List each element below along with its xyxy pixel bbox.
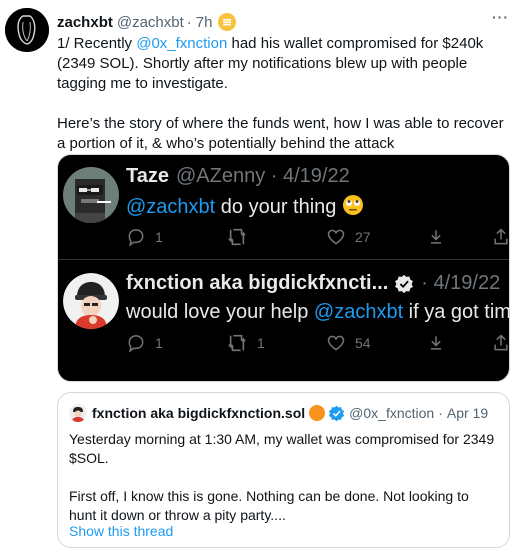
download-icon xyxy=(431,230,441,244)
reply-count: 1 xyxy=(155,229,163,245)
rolling-eyes-emoji-icon xyxy=(342,194,364,222)
tweet: zachxbt @zachxbt · 7h ··· 1/ Recently @0… xyxy=(0,0,522,556)
heart-icon xyxy=(327,335,345,351)
like-count: 27 xyxy=(355,229,371,245)
fxnction-meta: · 4/19/22 xyxy=(421,272,501,294)
author-name[interactable]: zachxbt xyxy=(57,14,113,31)
author-avatar[interactable] xyxy=(5,8,49,52)
author-handle[interactable]: @zachxbt xyxy=(117,14,184,31)
body-text-segment: 1/ Recently xyxy=(57,35,137,52)
quoted-tweet[interactable]: fxnction aka bigdickfxnction.sol @0x_fxn… xyxy=(57,392,510,548)
fxnction-text: would love your help @zachxbt if ya got … xyxy=(126,301,510,324)
fxnction-name: fxnction aka bigdickfxncti... xyxy=(126,272,389,294)
tweet-body: 1/ Recently @0x_fxnction had his wallet … xyxy=(57,34,507,154)
taze-header: Taze @AZenny · 4/19/22 xyxy=(126,165,350,188)
taze-text: @zachxbt do your thing xyxy=(126,194,364,222)
embedded-divider xyxy=(58,259,509,260)
reply-icon xyxy=(128,335,144,353)
heart-icon xyxy=(327,229,345,245)
retweet-action: 1 xyxy=(226,333,265,353)
like-count: 54 xyxy=(355,335,371,351)
quote-paragraph-1: Yesterday morning at 1:30 AM, my wallet … xyxy=(69,431,495,466)
embedded-screenshot[interactable]: Taze @AZenny · 4/19/22 @zachxbt do your … xyxy=(57,154,510,382)
share-action xyxy=(491,333,509,353)
separator-dot: · xyxy=(186,13,192,31)
fxnction-mention: @zachxbt xyxy=(313,301,404,323)
quote-body: Yesterday morning at 1:30 AM, my wallet … xyxy=(69,430,499,525)
fxnction-header: fxnction aka bigdickfxncti... · 4/19/22 xyxy=(126,272,500,295)
share-icon xyxy=(494,334,508,351)
retweet-action xyxy=(226,227,248,247)
fxnction-actions: 1 1 54 xyxy=(126,333,509,355)
taze-name: Taze xyxy=(126,165,169,187)
quote-date[interactable]: Apr 19 xyxy=(447,405,488,421)
show-thread-link[interactable]: Show this thread xyxy=(69,523,173,539)
quote-header: fxnction aka bigdickfxnction.sol @0x_fxn… xyxy=(69,404,488,422)
reply-action: 1 xyxy=(126,227,163,247)
tweet-paragraph-2: Here’s the story of where the funds went… xyxy=(57,115,504,152)
taze-text-body: do your thing xyxy=(215,196,342,218)
verified-badge-icon xyxy=(328,405,345,422)
taze-mention: @zachxbt xyxy=(126,196,216,218)
bookmark-action xyxy=(426,227,446,247)
quote-author-handle[interactable]: @0x_fxnction xyxy=(349,405,434,421)
retweet-icon xyxy=(228,334,246,352)
quote-author-name[interactable]: fxnction aka bigdickfxnction.sol xyxy=(92,405,305,421)
tweet-paragraph-1: 1/ Recently @0x_fxnction had his wallet … xyxy=(57,34,507,94)
quote-avatar[interactable] xyxy=(69,404,87,422)
fxnction-text-suffix: if ya got time. xyxy=(408,301,510,323)
download-icon xyxy=(431,336,441,350)
bookmark-action xyxy=(426,333,446,353)
separator-dot: · xyxy=(438,405,443,421)
reply-icon xyxy=(128,229,144,247)
reply-action: 1 xyxy=(126,333,163,353)
more-options-icon[interactable]: ··· xyxy=(492,9,509,25)
like-action: 27 xyxy=(326,227,371,247)
fxnction-text-prefix: would love your help xyxy=(126,301,314,323)
retweet-count: 1 xyxy=(257,335,265,351)
mention-link[interactable]: @0x_fxnction xyxy=(136,35,227,52)
tweet-header: zachxbt @zachxbt · 7h xyxy=(57,12,237,32)
reply-count: 1 xyxy=(155,335,163,351)
bitcoin-badge-icon xyxy=(309,405,326,421)
share-action xyxy=(491,227,509,247)
fxnction-avatar xyxy=(63,273,119,329)
taze-meta: @AZenny · 4/19/22 xyxy=(175,165,350,187)
like-action: 54 xyxy=(326,333,371,353)
share-icon xyxy=(494,228,508,245)
quote-paragraph-2: First off, I know this is gone. Nothing … xyxy=(69,488,469,523)
taze-avatar xyxy=(63,167,119,223)
tweet-timestamp[interactable]: 7h xyxy=(196,14,213,31)
verified-badge-icon xyxy=(394,274,414,294)
taze-actions: 1 27 xyxy=(126,227,509,249)
retweet-icon xyxy=(228,228,246,246)
coin-emoji-icon xyxy=(218,13,237,31)
